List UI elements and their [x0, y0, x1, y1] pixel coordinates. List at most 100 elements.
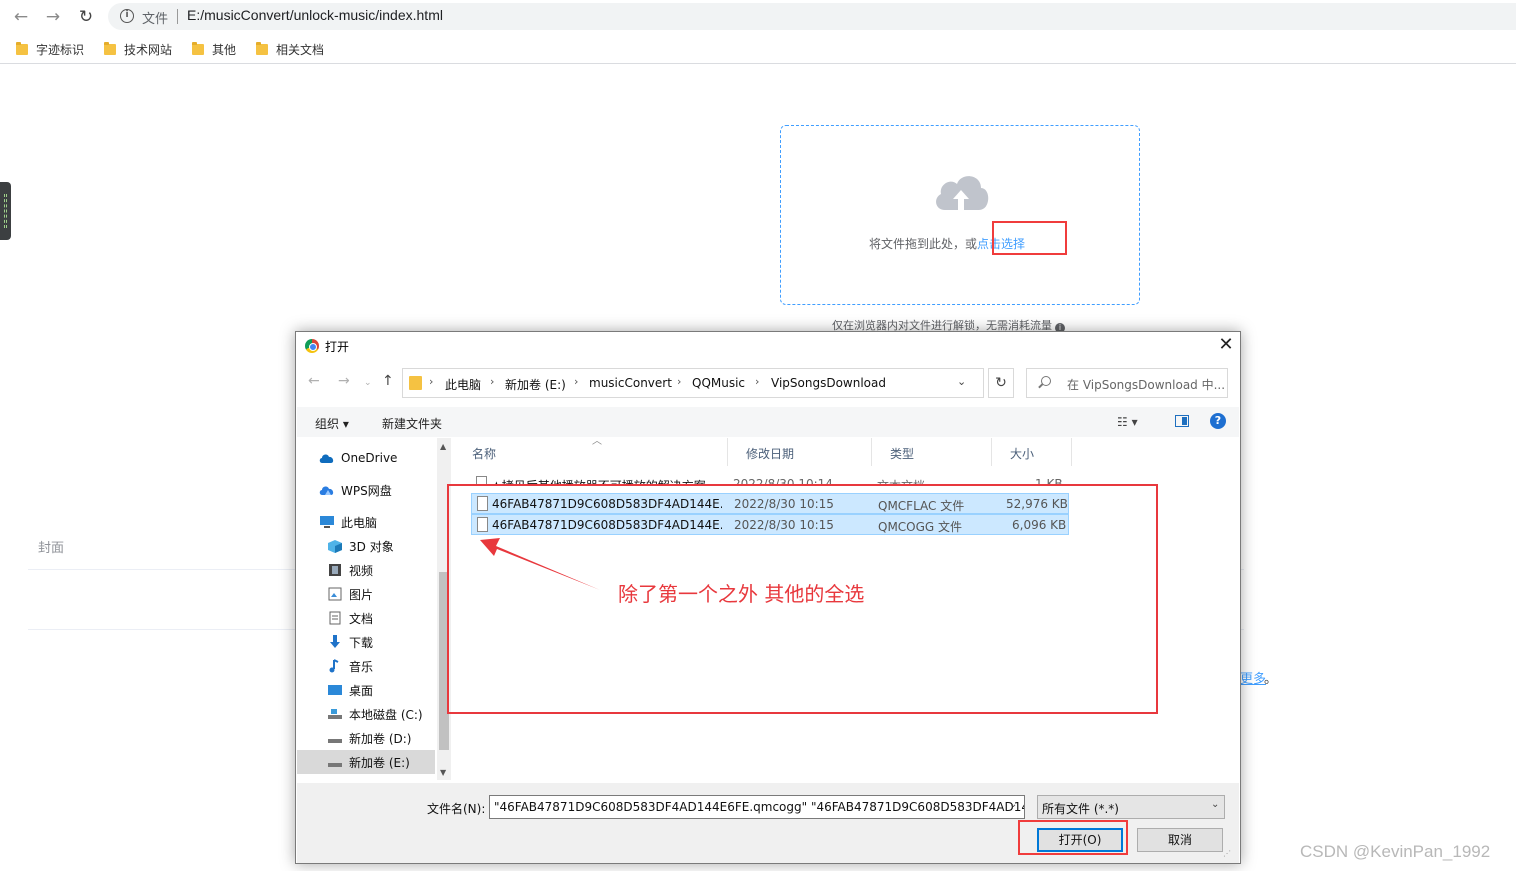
reload-icon[interactable]: ↻ — [75, 6, 97, 28]
nav-item-wps[interactable]: WPS网盘 — [297, 478, 435, 502]
bookmark-label: 技术网站 — [124, 42, 173, 57]
column-header-date[interactable]: 修改日期 — [728, 438, 872, 466]
upload-dropzone[interactable]: 将文件拖到此处，或点击选择 — [780, 125, 1140, 305]
address-separator — [177, 9, 178, 24]
music-icon — [329, 659, 339, 673]
nav-item-label: 本地磁盘 (C:) — [349, 707, 423, 722]
breadcrumb-item[interactable]: VipSongsDownload — [771, 376, 886, 390]
column-header-name[interactable]: 名称 — [454, 438, 728, 466]
nav-item-label: 视频 — [349, 563, 374, 578]
help-icon[interactable]: ? — [1210, 413, 1226, 429]
search-placeholder: 在 VipSongsDownload 中... — [1067, 378, 1226, 392]
forward-icon[interactable]: → — [338, 373, 350, 389]
chevron-down-icon[interactable]: ⌄ — [1211, 799, 1219, 810]
address-scheme: 文件 — [142, 12, 169, 27]
nav-item-music[interactable]: 音乐 — [297, 654, 435, 678]
folder-icon — [104, 41, 116, 55]
drive-icon — [328, 763, 342, 767]
nav-item-label: 此电脑 — [341, 515, 378, 530]
bookmark-folder[interactable]: 字迹标识 — [16, 41, 84, 57]
search-input[interactable]: 在 VipSongsDownload 中... — [1026, 368, 1228, 398]
back-icon[interactable]: ← — [308, 373, 320, 389]
resize-grip-icon[interactable]: ⋰ — [1223, 849, 1235, 861]
upload-text: 将文件拖到此处，或 — [869, 237, 978, 251]
watermark: CSDN @KevinPan_1992 — [1300, 842, 1491, 861]
nav-item-pictures[interactable]: 图片 — [297, 582, 435, 606]
forward-icon[interactable]: → — [42, 6, 64, 28]
nav-item-onedrive[interactable]: OneDrive — [297, 446, 435, 470]
side-panel-tab[interactable] — [0, 182, 11, 240]
organize-button[interactable]: 组织 ▾ — [315, 415, 349, 432]
highlight-select-link — [992, 221, 1067, 255]
drive-icon — [328, 739, 342, 743]
bookmark-folder[interactable]: 技术网站 — [104, 41, 172, 57]
column-header-type[interactable]: 类型 — [872, 438, 992, 466]
nav-item-label: OneDrive — [341, 451, 398, 465]
breadcrumb-item[interactable]: 新加卷 (E:) — [505, 376, 566, 393]
breadcrumb-item[interactable]: QQMusic — [692, 376, 745, 390]
filename-input[interactable]: "46FAB47871D9C608D583DF4AD144E6FE.qmcogg… — [489, 795, 1025, 819]
filetype-select[interactable]: 所有文件 (*.*) — [1037, 795, 1225, 819]
bookmark-label: 其他 — [212, 42, 237, 57]
preview-pane-icon[interactable] — [1175, 415, 1189, 427]
nav-item-downloads[interactable]: 下载 — [297, 630, 435, 654]
chevron-down-icon[interactable]: ⌄ — [1009, 799, 1017, 810]
nav-item-videos[interactable]: 视频 — [297, 558, 435, 582]
scroll-down-icon[interactable]: ▼ — [440, 768, 446, 777]
more-link[interactable]: 更多 — [1240, 668, 1266, 687]
3d-objects-icon — [328, 540, 342, 553]
nav-item-documents[interactable]: 文档 — [297, 606, 435, 630]
more-suffix: 。 — [1264, 672, 1278, 687]
nav-item-desktop[interactable]: 桌面 — [297, 678, 435, 702]
nav-item-drive-d[interactable]: 新加卷 (D:) — [297, 726, 435, 750]
bookmark-label: 相关文档 — [276, 42, 325, 57]
cloud-icon — [319, 454, 334, 463]
chevron-right-icon[interactable]: › — [677, 375, 681, 388]
chevron-right-icon[interactable]: › — [490, 375, 494, 388]
address-url[interactable]: E:/musicConvert/unlock-music/index.html — [187, 7, 443, 23]
breadcrumb[interactable]: › 此电脑 › 新加卷 (E:) › musicConvert › QQMusi… — [402, 368, 984, 398]
bookmark-folder[interactable]: 其他 — [192, 41, 236, 57]
bookmark-folder[interactable]: 相关文档 — [256, 41, 324, 57]
dialog-toolbar: 组织 ▾ 新建文件夹 ☷ ▾ ? — [297, 407, 1239, 437]
nav-item-3d[interactable]: 3D 对象 — [297, 534, 435, 558]
chevron-right-icon[interactable]: › — [755, 375, 759, 388]
new-folder-button[interactable]: 新建文件夹 — [382, 415, 442, 432]
info-icon[interactable]: i — [120, 9, 134, 23]
scroll-up-icon[interactable]: ▲ — [440, 442, 446, 451]
navigation-pane: OneDrive WPS网盘 此电脑 3D 对象 视频 图片 文档 下载 音乐 … — [297, 438, 452, 780]
chevron-right-icon[interactable]: › — [574, 375, 578, 388]
chevron-down-icon[interactable]: ⌄ — [957, 375, 966, 388]
wps-cloud-icon — [319, 486, 334, 495]
filename-label: 文件名(N): — [427, 802, 486, 816]
upload-cloud-icon — [936, 176, 989, 210]
view-options-icon[interactable]: ☷ ▾ — [1117, 415, 1138, 429]
nav-item-this-pc[interactable]: 此电脑 — [297, 510, 435, 534]
nav-item-label: 新加卷 (E:) — [349, 755, 410, 770]
annotation-arrow — [480, 538, 600, 590]
annotation-text: 除了第一个之外 其他的全选 — [618, 582, 865, 606]
nav-item-drive-e[interactable]: 新加卷 (E:) — [297, 750, 435, 774]
back-icon[interactable]: ← — [10, 6, 32, 28]
address-bar[interactable]: i 文件 E:/musicConvert/unlock-music/index.… — [108, 3, 1516, 30]
breadcrumb-item[interactable]: 此电脑 — [445, 376, 481, 393]
refresh-icon[interactable]: ↻ — [988, 368, 1014, 398]
column-header-size[interactable]: 大小 — [992, 438, 1072, 466]
cancel-button[interactable]: 取消 — [1137, 828, 1223, 852]
highlight-open-button — [1018, 820, 1128, 855]
nav-item-label: 文档 — [349, 611, 374, 626]
download-icon — [330, 635, 340, 648]
breadcrumb-item[interactable]: musicConvert — [589, 376, 672, 390]
chevron-right-icon[interactable]: › — [429, 375, 433, 388]
recent-dropdown-icon[interactable]: ⌄ — [364, 378, 372, 388]
dialog-title: 打开 — [325, 340, 350, 354]
nav-item-label: 新加卷 (D:) — [349, 731, 412, 746]
up-icon[interactable]: ↑ — [382, 373, 394, 389]
folder-icon — [409, 376, 422, 390]
nav-item-drive-c[interactable]: 本地磁盘 (C:) — [297, 702, 435, 726]
close-icon[interactable]: ✕ — [1214, 334, 1238, 355]
chrome-icon — [305, 339, 319, 353]
drive-icon — [328, 709, 342, 719]
video-icon — [329, 564, 341, 576]
nav-item-label: 桌面 — [349, 683, 374, 698]
